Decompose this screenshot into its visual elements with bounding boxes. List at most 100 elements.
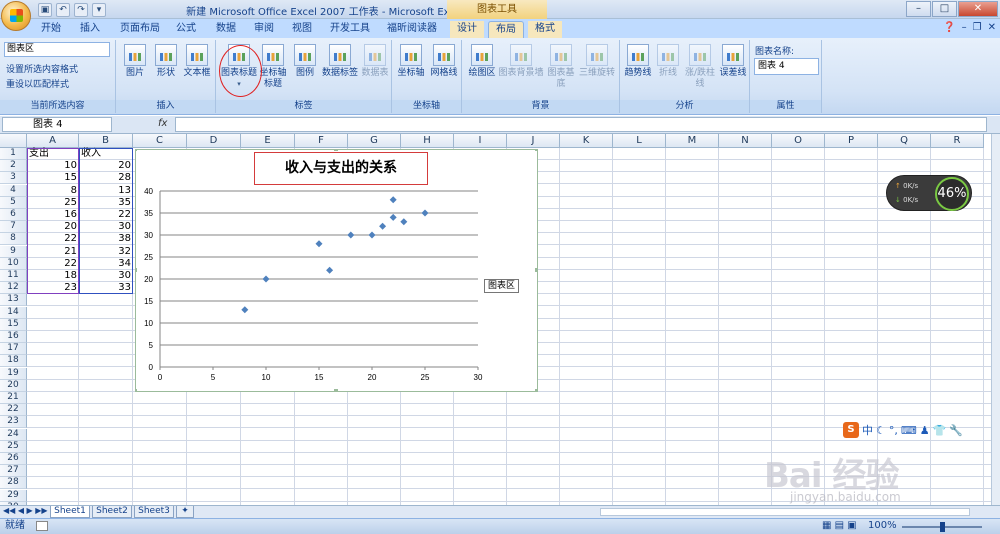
row-header[interactable]: 29 (0, 489, 27, 502)
horizontal-scrollbar[interactable] (600, 508, 970, 516)
insert-shapes-button[interactable]: 形状 (151, 44, 181, 79)
row-header[interactable]: 15 (0, 318, 27, 331)
row-header[interactable]: 24 (0, 428, 27, 441)
row-header[interactable]: 28 (0, 477, 27, 490)
column-header[interactable]: L (613, 134, 666, 148)
chart-element-dropdown[interactable]: 图表区 (4, 42, 110, 57)
row-header[interactable]: 2 (0, 160, 27, 173)
macro-record-icon[interactable] (36, 521, 48, 531)
help-icon[interactable]: ❓ (943, 22, 955, 33)
row-header[interactable]: 11 (0, 270, 27, 282)
vertical-scrollbar[interactable] (991, 134, 1000, 505)
row-header[interactable]: 7 (0, 221, 27, 234)
error-bars-button[interactable]: 误差线 (717, 44, 749, 79)
tab-home[interactable]: 开始 (36, 21, 66, 38)
column-header[interactable]: C (133, 134, 187, 148)
row-header[interactable]: 4 (0, 184, 27, 197)
column-header[interactable]: A (27, 134, 79, 148)
column-header[interactable]: F (295, 134, 348, 148)
name-box[interactable]: 图表 4 (2, 117, 112, 132)
close-button[interactable]: ✕ (958, 1, 998, 17)
plot-area-button[interactable]: 绘图区 (465, 44, 499, 79)
insert-picture-button[interactable]: 图片 (120, 44, 150, 79)
tab-insert[interactable]: 插入 (74, 21, 106, 38)
sheet-tab[interactable]: Sheet2 (92, 506, 132, 518)
moon-icon[interactable]: ☾ (876, 424, 886, 437)
reset-style-button[interactable]: 重设以匹配样式 (6, 77, 69, 90)
row-header[interactable]: 17 (0, 343, 27, 356)
row-header[interactable]: 5 (0, 196, 27, 209)
trendline-button[interactable]: 趋势线 (623, 44, 653, 79)
column-header[interactable]: E (241, 134, 295, 148)
tab-foxit[interactable]: 福昕阅读器 (382, 21, 442, 38)
column-header[interactable]: G (348, 134, 401, 148)
tab-data[interactable]: 数据 (210, 21, 242, 38)
column-header[interactable]: R (931, 134, 984, 148)
axes-button[interactable]: 坐标轴 (395, 44, 427, 79)
column-header[interactable]: M (666, 134, 719, 148)
network-speed-widget[interactable]: ↑ 0K/s ↓ 0K/s 46% (886, 175, 972, 211)
row-header[interactable]: 26 (0, 453, 27, 465)
tab-page-layout[interactable]: 页面布局 (114, 21, 166, 38)
ime-lang[interactable]: 中 (862, 422, 873, 438)
punct-icon[interactable]: °, (889, 424, 898, 437)
row-header[interactable]: 16 (0, 331, 27, 343)
row-header[interactable]: 6 (0, 209, 27, 221)
maximize-button[interactable]: □ (932, 1, 957, 17)
row-header[interactable]: 18 (0, 355, 27, 368)
row-header[interactable]: 1 (0, 148, 27, 160)
3d-rotation-button[interactable]: 三维旋转 (576, 44, 618, 79)
row-header[interactable]: 12 (0, 282, 27, 295)
column-header[interactable]: D (187, 134, 241, 148)
row-header[interactable]: 10 (0, 257, 27, 270)
column-header[interactable]: N (719, 134, 772, 148)
row-header[interactable]: 14 (0, 306, 27, 319)
tab-view[interactable]: 视图 (286, 21, 318, 38)
chart-title[interactable]: 收入与支出的关系 (254, 152, 428, 185)
user-icon[interactable]: ♟ (920, 424, 930, 437)
row-header[interactable]: 22 (0, 404, 27, 417)
lines-button[interactable]: 折线 (654, 44, 682, 79)
data-table-button[interactable]: 数据表 (359, 44, 391, 79)
tab-developer[interactable]: 开发工具 (328, 21, 372, 38)
view-buttons[interactable]: ▦ ▤ ▣ (822, 519, 857, 533)
shirt-icon[interactable]: 👕 (933, 424, 947, 437)
wrench-icon[interactable]: 🔧 (949, 424, 963, 437)
column-header[interactable]: J (507, 134, 560, 148)
legend-button[interactable]: 图例 (292, 44, 318, 79)
data-labels-button[interactable]: 数据标签 (320, 44, 360, 79)
column-header[interactable]: O (772, 134, 825, 148)
close-workbook-icon[interactable]: ✕ (988, 22, 996, 33)
sheet-tab[interactable]: Sheet3 (134, 506, 174, 518)
gridlines-button[interactable]: 网格线 (428, 44, 460, 79)
row-header[interactable]: 13 (0, 294, 27, 307)
chart-wall-button[interactable]: 图表背景墙 (498, 44, 544, 79)
insert-textbox-button[interactable]: 文本框 (182, 44, 212, 79)
tab-format[interactable]: 格式 (528, 21, 562, 38)
tab-layout[interactable]: 布局 (488, 21, 524, 38)
tab-design[interactable]: 设计 (450, 21, 484, 38)
sheet-nav-arrows[interactable]: ◀◀ ◀ ▶ ▶▶ (3, 506, 48, 515)
column-header[interactable]: K (560, 134, 613, 148)
tab-formulas[interactable]: 公式 (170, 21, 202, 38)
office-button[interactable] (1, 1, 31, 31)
row-header[interactable]: 8 (0, 233, 27, 246)
column-header[interactable]: B (79, 134, 133, 148)
restore-icon[interactable]: ❐ (973, 22, 982, 33)
chart-name-input[interactable]: 图表 4 (754, 58, 819, 75)
updown-bars-button[interactable]: 涨/跌柱线 (683, 44, 717, 90)
zoom-level[interactable]: 100% (868, 519, 897, 533)
row-header[interactable]: 3 (0, 172, 27, 185)
zoom-slider-thumb[interactable] (940, 522, 945, 532)
select-all-corner[interactable] (0, 134, 27, 148)
fx-icon[interactable]: fx (158, 118, 167, 129)
row-header[interactable]: 19 (0, 367, 27, 380)
column-header[interactable]: H (401, 134, 454, 148)
ime-toolbar[interactable]: S 中 ☾ °, ⌨ ♟ 👕 🔧 (843, 422, 963, 438)
column-header[interactable]: I (454, 134, 507, 148)
format-selection-button[interactable]: 设置所选内容格式 (6, 62, 78, 75)
row-header[interactable]: 23 (0, 416, 27, 429)
minimize-button[interactable]: – (906, 1, 931, 17)
new-sheet-icon[interactable]: ✦ (176, 506, 194, 518)
row-header[interactable]: 25 (0, 440, 27, 453)
